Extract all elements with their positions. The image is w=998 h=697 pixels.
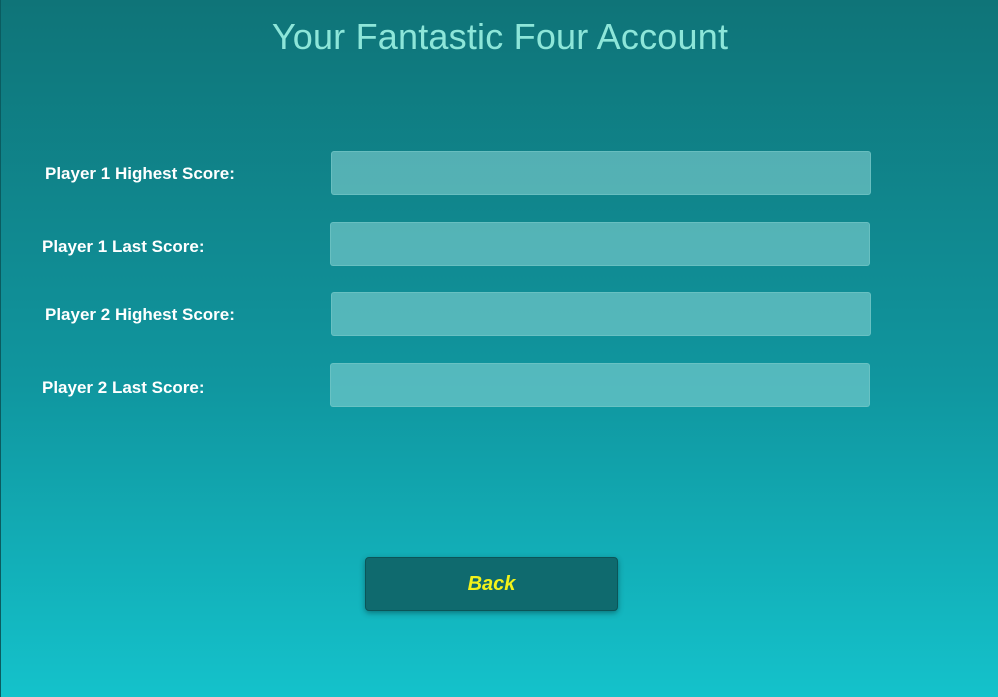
player2-last-score-field[interactable] [330,363,870,407]
player1-last-score-label: Player 1 Last Score: [42,237,205,256]
player2-highest-score-field[interactable] [331,292,871,336]
player2-highest-score-label: Player 2 Highest Score: [45,305,235,324]
player1-highest-score-field[interactable] [331,151,871,195]
page-title: Your Fantastic Four Account [271,16,729,57]
player1-highest-score-label: Player 1 Highest Score: [45,164,235,183]
player1-last-score-field[interactable] [330,222,870,266]
back-button[interactable]: Back [365,557,618,611]
player2-last-score-label: Player 2 Last Score: [42,378,205,397]
